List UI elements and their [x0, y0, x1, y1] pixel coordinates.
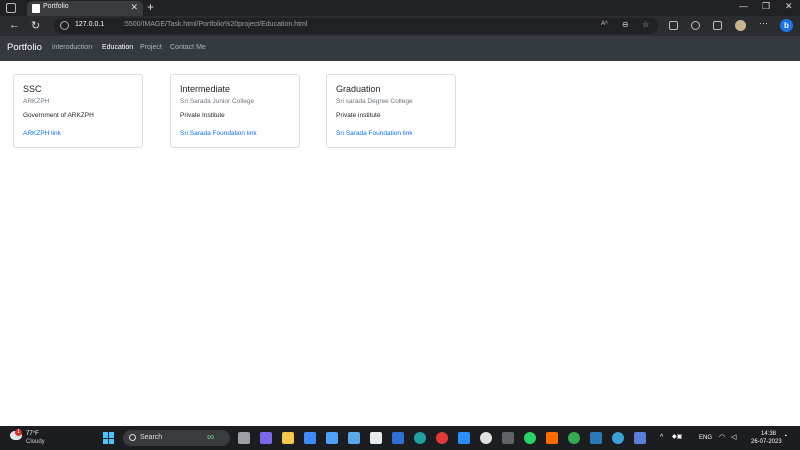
- education-card-graduation: Graduation Sri sarada Degree College Pri…: [326, 74, 456, 148]
- more-menu-icon[interactable]: ···: [759, 18, 768, 28]
- profile-avatar[interactable]: [735, 20, 746, 31]
- education-card-ssc: SSC ARKZPH Government of ARKZPH ARKZPH l…: [13, 74, 143, 148]
- chrome-profile-icon[interactable]: [480, 432, 492, 444]
- browser-app-icon[interactable]: [612, 432, 624, 444]
- start-button[interactable]: [103, 432, 115, 444]
- taskbar-search[interactable]: Search ∞: [123, 430, 230, 446]
- chrome-alt-icon[interactable]: [568, 432, 580, 444]
- file-explorer-icon[interactable]: [282, 432, 294, 444]
- notification-icon[interactable]: ◔: [783, 433, 787, 440]
- tray-overflow-icon[interactable]: ^: [660, 434, 663, 441]
- clock-date[interactable]: 26-07-2023: [751, 439, 782, 445]
- read-aloud-icon[interactable]: Aᴬ: [601, 21, 608, 27]
- favorite-star-icon[interactable]: ☆: [642, 20, 649, 29]
- word-icon[interactable]: [634, 432, 646, 444]
- address-bar[interactable]: 127.0.0.1 :5500/IMAGE/Task.html/Portfoli…: [54, 18, 658, 34]
- chrome-icon[interactable]: [436, 432, 448, 444]
- card-title: SSC: [23, 84, 42, 94]
- weather-temperature[interactable]: 77°F: [26, 431, 39, 437]
- card-text: Private Institute: [180, 112, 225, 119]
- url-path: :5500/IMAGE/Task.html/Portfolio%20projec…: [123, 21, 308, 28]
- card-link[interactable]: ARKZPH link: [23, 130, 61, 137]
- browser-tab-bar: Portfolio ✕ + — ❐ ✕: [0, 0, 800, 16]
- card-text: Government of ARKZPH: [23, 112, 94, 119]
- search-label: Search: [140, 434, 163, 441]
- notepad-icon[interactable]: [326, 432, 338, 444]
- card-link[interactable]: Sri Sarada Foundation link: [336, 130, 413, 137]
- collections-icon[interactable]: [713, 21, 722, 30]
- close-window-button[interactable]: ✕: [785, 1, 793, 12]
- card-subtitle: Sri Sarada Junior College: [180, 98, 255, 105]
- volume-icon[interactable]: ◁: [731, 433, 736, 441]
- card-text: Private institute: [336, 112, 381, 119]
- zoom-icon[interactable]: ⊖: [622, 20, 629, 29]
- whatsapp-icon[interactable]: [524, 432, 536, 444]
- favorites-icon[interactable]: [691, 21, 700, 30]
- zoom-app-icon[interactable]: [458, 432, 470, 444]
- app-icon[interactable]: [546, 432, 558, 444]
- back-button[interactable]: ←: [9, 19, 20, 31]
- card-subtitle: Sri sarada Degree College: [336, 98, 413, 105]
- mail-icon[interactable]: [304, 432, 316, 444]
- navbar-brand[interactable]: Portfolio: [7, 42, 42, 53]
- photos-icon[interactable]: [348, 432, 360, 444]
- store-icon[interactable]: [392, 432, 404, 444]
- calculator-icon[interactable]: [502, 432, 514, 444]
- weather-condition[interactable]: Cloudy: [26, 439, 45, 445]
- tab-title: Portfolio: [43, 3, 69, 10]
- nav-link-project[interactable]: Project: [140, 44, 162, 51]
- edge-icon[interactable]: [414, 432, 426, 444]
- copilot-icon[interactable]: b: [780, 19, 793, 32]
- document-icon[interactable]: [370, 432, 382, 444]
- page-favicon-icon: [32, 4, 40, 13]
- clock-time[interactable]: 14:38: [761, 431, 776, 437]
- language-indicator[interactable]: ENG: [699, 435, 712, 441]
- site-navbar: Portfolio interoduction Education Projec…: [0, 36, 800, 61]
- close-tab-icon[interactable]: ✕: [130, 2, 138, 13]
- card-subtitle: ARKZPH: [23, 98, 50, 105]
- teams-chat-icon[interactable]: [260, 432, 272, 444]
- education-card-intermediate: Intermediate Sri Sarada Junior College P…: [170, 74, 300, 148]
- minimize-button[interactable]: —: [739, 1, 748, 11]
- split-screen-icon[interactable]: [669, 21, 678, 30]
- card-link[interactable]: Sri Sarada Foundation link: [180, 130, 257, 137]
- nav-link-education[interactable]: Education: [102, 44, 133, 51]
- refresh-button[interactable]: ↻: [31, 19, 40, 32]
- task-view-icon[interactable]: [238, 432, 250, 444]
- url-host: 127.0.0.1: [75, 21, 105, 28]
- tray-apps-icon[interactable]: ◆▣: [672, 433, 682, 440]
- wifi-icon[interactable]: ◠: [719, 433, 725, 441]
- search-icon: [129, 434, 136, 441]
- search-highlight-icon: ∞: [207, 432, 215, 443]
- weather-badge: 1: [15, 429, 22, 436]
- tab-portfolio[interactable]: Portfolio ✕: [27, 1, 143, 16]
- vscode-icon[interactable]: [590, 432, 602, 444]
- new-tab-button[interactable]: +: [147, 0, 154, 14]
- tab-actions-icon[interactable]: [6, 3, 16, 13]
- address-toolbar: ← ↻ 127.0.0.1 :5500/IMAGE/Task.html/Port…: [0, 16, 800, 36]
- maximize-button[interactable]: ❐: [762, 1, 770, 12]
- taskbar: 1 77°F Cloudy Search ∞ ^ ◆▣ ENG ◠ ◁ 14:3…: [0, 426, 800, 450]
- nav-link-introduction[interactable]: interoduction: [52, 44, 92, 51]
- nav-link-contact[interactable]: Contact Me: [170, 44, 206, 51]
- site-info-icon[interactable]: [60, 21, 69, 30]
- card-title: Graduation: [336, 84, 381, 94]
- card-title: Intermediate: [180, 84, 231, 94]
